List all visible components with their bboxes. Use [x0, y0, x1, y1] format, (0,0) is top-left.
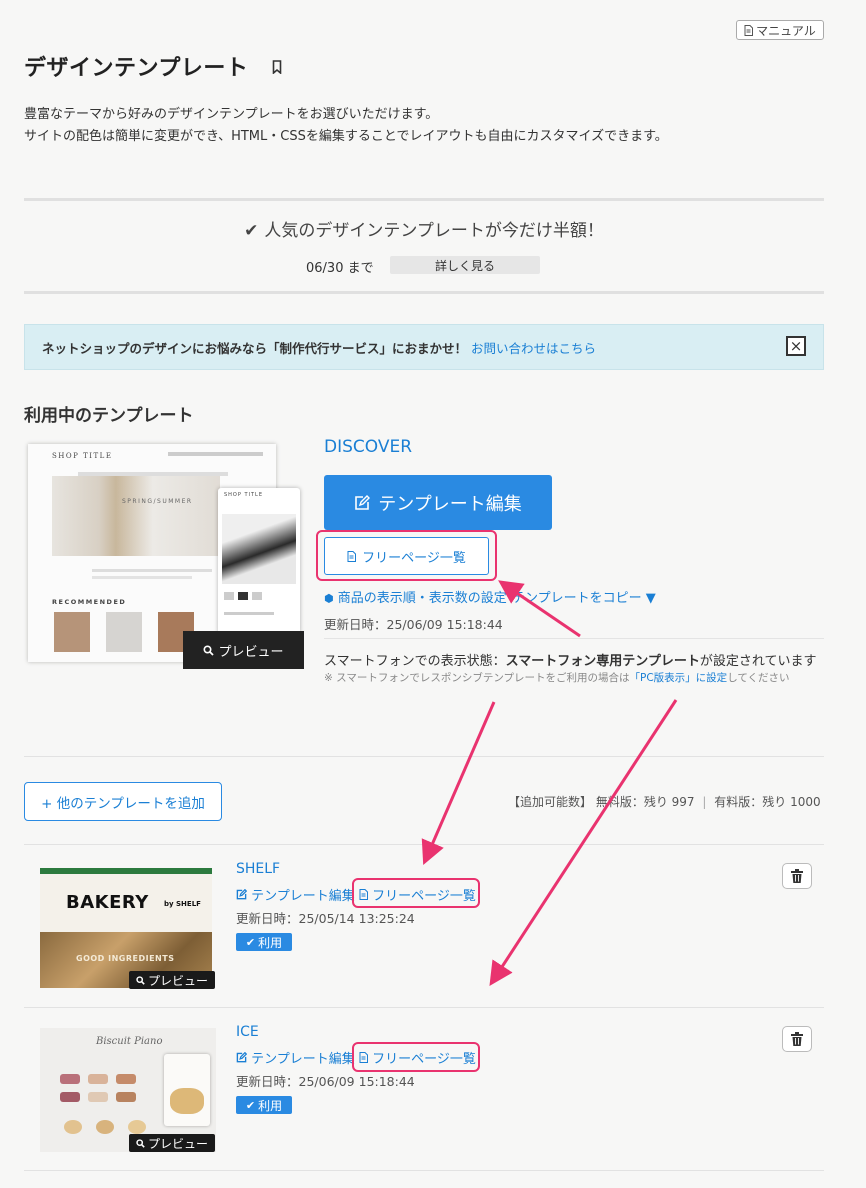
pc-view-link[interactable]: 「PC版表示」に設定 — [630, 672, 728, 684]
divider — [24, 198, 824, 201]
preview-label: プレビュー — [218, 644, 284, 660]
thumb-hero-image — [52, 476, 220, 556]
trash-icon — [791, 869, 803, 883]
edit-icon — [355, 494, 371, 510]
current-preview-button[interactable]: プレビュー — [183, 631, 304, 669]
document-icon — [359, 1052, 368, 1063]
promo-deadline: 06/30 まで — [306, 261, 374, 276]
divider — [24, 1170, 824, 1171]
promo-text: 人気のデザインテンプレートが今だけ半額！ — [264, 221, 604, 241]
ice-delete-button[interactable] — [782, 1026, 812, 1052]
ice-freepage-link[interactable]: フリーページ一覧 — [359, 1048, 476, 1067]
current-template-heading: 利用中のテンプレート — [24, 406, 194, 426]
divider — [24, 291, 824, 294]
promo-more-button[interactable]: 詳しく見る — [390, 256, 540, 274]
template-edit-button[interactable]: テンプレート編集 — [324, 475, 552, 530]
display-order-link[interactable]: ⬢ 商品の表示順・表示数の設定 — [324, 587, 507, 606]
search-icon — [136, 1138, 145, 1148]
divider — [324, 638, 824, 639]
edit-icon — [236, 888, 248, 900]
check-icon: ✔ — [245, 935, 256, 949]
edit-label: テンプレート編集 — [378, 493, 522, 515]
add-template-button[interactable]: + 他のテンプレートを追加 — [24, 782, 222, 821]
smartphone-status: スマートフォンでの表示状態：スマートフォン専用テンプレートが設定されています — [324, 654, 817, 669]
divider — [24, 844, 824, 845]
document-icon — [359, 889, 368, 900]
shelf-edit-link[interactable]: テンプレート編集 — [236, 885, 355, 904]
manual-button[interactable]: マニュアル — [736, 20, 824, 40]
ice-template-name[interactable]: ICE — [236, 1024, 259, 1040]
notice-banner: ネットショップのデザインにお悩みなら「制作代行サービス」におまかせ！ お問い合わ… — [24, 324, 824, 370]
thumb-shop-title: SHOP TITLE — [52, 452, 113, 460]
current-template-phone-thumbnail: SHOP TITLE — [218, 488, 300, 634]
shelf-thumbnail[interactable]: BAKERY by SHELF GOOD INGREDIENTS — [40, 868, 212, 988]
quota-info: 【追加可能数】 無料版：残り 997 | 有料版：残り 1000 — [508, 795, 821, 809]
shelf-preview-button[interactable]: プレビュー — [129, 971, 215, 989]
contact-link[interactable]: お問い合わせはこちら — [471, 338, 596, 357]
document-icon — [347, 550, 357, 562]
shelf-template-name[interactable]: SHELF — [236, 861, 280, 877]
ice-thumb-phone — [164, 1054, 210, 1126]
arrow-to-ice-freepage — [489, 699, 678, 987]
cube-icon: ⬢ — [324, 592, 334, 605]
document-icon — [744, 24, 754, 36]
shelf-delete-button[interactable] — [782, 863, 812, 889]
shelf-thumb-title: BAKERY — [66, 892, 149, 913]
check-icon: ✔ — [244, 221, 259, 241]
shelf-thumb-caption: GOOD INGREDIENTS — [76, 954, 175, 963]
freepage-list-button[interactable]: フリーページ一覧 — [324, 537, 489, 575]
promo-banner: ✔ 人気のデザインテンプレートが今だけ半額！ — [24, 216, 824, 241]
arrow-to-shelf-freepage — [421, 701, 496, 866]
copy-template-link[interactable]: テンプレートをコピー ▼ — [512, 587, 656, 606]
edit-icon — [236, 1051, 248, 1063]
manual-label: マニュアル — [756, 23, 816, 38]
close-icon: × — [789, 336, 803, 355]
ice-thumb-title: Biscuit Piano — [96, 1036, 163, 1047]
ice-preview-button[interactable]: プレビュー — [129, 1134, 215, 1152]
smartphone-note: ※ スマートフォンでレスポンシブテンプレートをご利用の場合は「PC版表示」に設定… — [324, 672, 790, 684]
page-description: 豊富なテーマから好みのデザインテンプレートをお選びいただけます。 サイトの配色は… — [24, 107, 668, 144]
notice-close-button[interactable]: × — [786, 336, 806, 356]
trash-icon — [791, 1032, 803, 1046]
thumb-season: SPRING/SUMMER — [122, 498, 193, 505]
current-template-name[interactable]: DISCOVER — [324, 437, 412, 457]
shelf-updated-at: 更新日時：25/05/14 13:25:24 — [236, 911, 415, 926]
thumb-recommended: RECOMMENDED — [52, 598, 127, 606]
current-updated-at: 更新日時：25/06/09 15:18:44 — [324, 617, 503, 632]
shelf-use-button[interactable]: ✔ 利用 — [236, 933, 292, 951]
freepage-label: フリーページ一覧 — [362, 550, 466, 566]
check-icon: ✔ — [245, 1098, 256, 1112]
ice-edit-link[interactable]: テンプレート編集 — [236, 1048, 355, 1067]
search-icon — [203, 644, 215, 656]
ice-updated-at: 更新日時：25/06/09 15:18:44 — [236, 1074, 415, 1089]
shelf-freepage-link[interactable]: フリーページ一覧 — [359, 885, 476, 904]
page-title: デザインテンプレート — [24, 56, 249, 81]
search-icon — [136, 975, 145, 985]
notice-text: ネットショップのデザインにお悩みなら「制作代行サービス」におまかせ！ — [42, 340, 468, 356]
bookmark-icon[interactable] — [272, 60, 282, 74]
ice-use-button[interactable]: ✔ 利用 — [236, 1096, 292, 1114]
shelf-thumb-sub: by SHELF — [164, 900, 201, 908]
divider — [24, 756, 824, 757]
divider — [24, 1007, 824, 1008]
